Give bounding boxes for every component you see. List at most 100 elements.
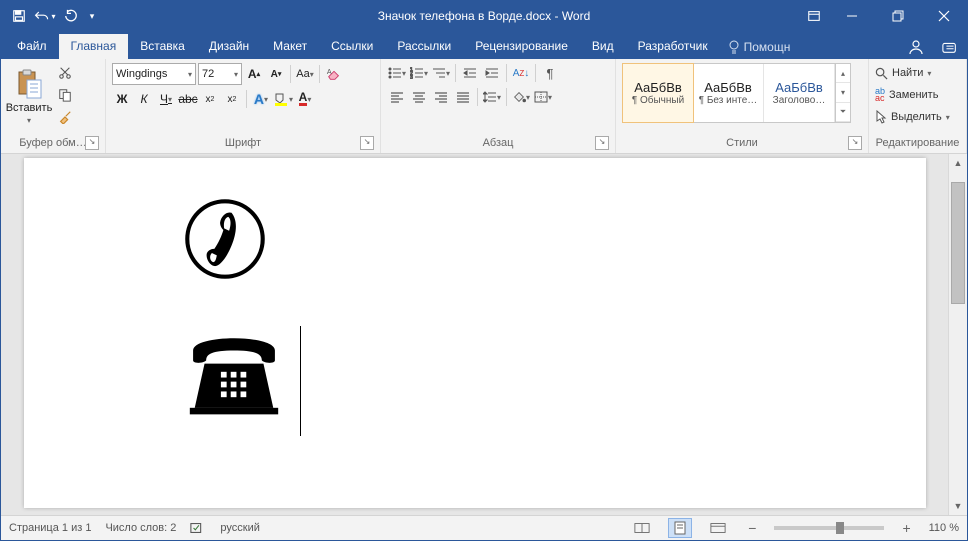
replace-icon: abac — [875, 88, 885, 102]
style-name-label: Заголово… — [773, 95, 826, 106]
justify-button[interactable] — [453, 87, 473, 107]
status-word-count[interactable]: Число слов: 2 — [105, 522, 176, 534]
show-marks-button[interactable]: ¶ — [540, 63, 560, 83]
copy-button[interactable] — [55, 85, 75, 105]
subscript-button[interactable]: x2 — [200, 89, 220, 109]
tab-references[interactable]: Ссылки — [319, 34, 385, 59]
ribbon-options-button[interactable] — [799, 1, 829, 31]
numbering-button[interactable]: 123▾ — [409, 63, 429, 83]
tell-me[interactable]: Помощн — [720, 34, 799, 59]
font-color-button[interactable]: A▾ — [295, 89, 315, 109]
view-read-mode[interactable] — [630, 518, 654, 538]
close-button[interactable] — [921, 1, 967, 31]
underline-button[interactable]: Ч▾ — [156, 89, 176, 109]
window-controls — [799, 1, 967, 31]
spellcheck-button[interactable] — [190, 521, 206, 535]
style-no-spacing[interactable]: АаБбВв ¶ Без инте… — [693, 64, 764, 122]
maximize-button[interactable] — [875, 1, 921, 31]
font-size-combo[interactable]: 72▾ — [198, 63, 242, 85]
scissors-icon — [58, 66, 72, 80]
font-color-icon: A — [299, 92, 308, 106]
undo-button[interactable]: ▾ — [33, 4, 57, 28]
tab-file[interactable]: Файл — [5, 34, 59, 59]
font-name-value: Wingdings — [116, 68, 167, 80]
qat-customize-button[interactable]: ▾ — [85, 4, 99, 28]
save-button[interactable] — [7, 4, 31, 28]
strikethrough-button[interactable]: abc — [178, 89, 198, 109]
justify-icon — [456, 91, 470, 103]
style-normal[interactable]: АаБбВв ¶ Обычный — [622, 63, 694, 123]
minimize-button[interactable] — [829, 1, 875, 31]
align-right-button[interactable] — [431, 87, 451, 107]
highlight-button[interactable]: ▾ — [273, 89, 293, 109]
paragraph-dialog-launcher[interactable]: ↘ — [595, 136, 609, 150]
vertical-scrollbar[interactable]: ▲ ▼ — [948, 154, 967, 515]
status-page[interactable]: Страница 1 из 1 — [9, 522, 91, 534]
view-print-layout[interactable] — [668, 518, 692, 538]
font-name-combo[interactable]: Wingdings▾ — [112, 63, 196, 85]
group-clipboard-label: Буфер обм…↘ — [7, 135, 99, 151]
format-painter-button[interactable] — [55, 107, 75, 127]
paste-button[interactable]: Вставить ▾ — [7, 63, 51, 129]
clear-formatting-button[interactable]: A — [324, 64, 344, 84]
clipboard-dialog-launcher[interactable]: ↘ — [85, 136, 99, 150]
multilevel-list-button[interactable]: ▾ — [431, 63, 451, 83]
styles-gallery[interactable]: АаБбВв ¶ Обычный АаБбВв ¶ Без инте… АаБб… — [622, 63, 851, 123]
group-font: Wingdings▾ 72▾ A▴ A▾ Aa▾ A Ж К Ч▾ abc x2… — [106, 59, 381, 153]
bullets-button[interactable]: ▾ — [387, 63, 407, 83]
scroll-thumb[interactable] — [951, 182, 965, 304]
tab-review[interactable]: Рецензирование — [463, 34, 580, 59]
shading-button[interactable]: ▾ — [511, 87, 531, 107]
grow-font-button[interactable]: A▴ — [244, 64, 264, 84]
increase-indent-button[interactable] — [482, 63, 502, 83]
replace-button[interactable]: abac Заменить — [875, 85, 938, 105]
tab-mailings[interactable]: Рассылки — [385, 34, 463, 59]
scroll-track[interactable] — [949, 172, 967, 497]
zoom-slider[interactable] — [774, 526, 884, 530]
tab-developer[interactable]: Разработчик — [626, 34, 720, 59]
styles-gallery-more[interactable]: ▴▾⏷ — [835, 64, 850, 122]
zoom-level[interactable]: 110 % — [929, 522, 959, 534]
align-left-icon — [390, 91, 404, 103]
cut-button[interactable] — [55, 63, 75, 83]
align-left-button[interactable] — [387, 87, 407, 107]
bold-button[interactable]: Ж — [112, 89, 132, 109]
scroll-down-button[interactable]: ▼ — [949, 497, 967, 515]
font-dialog-launcher[interactable]: ↘ — [360, 136, 374, 150]
tab-design[interactable]: Дизайн — [197, 34, 261, 59]
line-spacing-button[interactable]: ▾ — [482, 87, 502, 107]
app-window: ▾ ▾ Значок телефона в Ворде.docx - Word … — [0, 0, 968, 541]
tab-insert[interactable]: Вставка — [128, 34, 197, 59]
superscript-button[interactable]: x2 — [222, 89, 242, 109]
style-heading1[interactable]: АаБбВв Заголово… — [764, 64, 835, 122]
zoom-out-button[interactable]: − — [744, 520, 760, 536]
select-button[interactable]: Выделить▾ — [875, 107, 950, 127]
scroll-up-button[interactable]: ▲ — [949, 154, 967, 172]
account-button[interactable] — [899, 34, 933, 59]
zoom-slider-thumb[interactable] — [836, 522, 844, 534]
multilevel-icon — [432, 67, 446, 79]
tab-view[interactable]: Вид — [580, 34, 626, 59]
tab-home[interactable]: Главная — [59, 34, 129, 59]
page[interactable] — [24, 158, 926, 508]
align-center-button[interactable] — [409, 87, 429, 107]
italic-button[interactable]: К — [134, 89, 154, 109]
zoom-in-button[interactable]: + — [898, 520, 914, 536]
tab-layout[interactable]: Макет — [261, 34, 319, 59]
sort-button[interactable]: AZ↓ — [511, 63, 531, 83]
highlight-icon — [273, 92, 289, 106]
view-web-layout[interactable] — [706, 518, 730, 538]
styles-dialog-launcher[interactable]: ↘ — [848, 136, 862, 150]
chevron-down-icon: ▾ — [234, 70, 238, 79]
share-button[interactable] — [933, 34, 967, 59]
change-case-button[interactable]: Aa▾ — [295, 64, 315, 84]
decrease-indent-button[interactable] — [460, 63, 480, 83]
borders-button[interactable]: ▾ — [533, 87, 553, 107]
svg-text:A: A — [327, 68, 332, 76]
shrink-font-button[interactable]: A▾ — [266, 64, 286, 84]
redo-button[interactable] — [59, 4, 83, 28]
ribbon: Вставить ▾ Буфер обм…↘ Wingdings▾ 72▾ A▴… — [1, 59, 967, 154]
status-language[interactable]: русский — [220, 522, 259, 534]
find-button[interactable]: Найти▾ — [875, 63, 931, 83]
text-effects-button[interactable]: A▾ — [251, 89, 271, 109]
